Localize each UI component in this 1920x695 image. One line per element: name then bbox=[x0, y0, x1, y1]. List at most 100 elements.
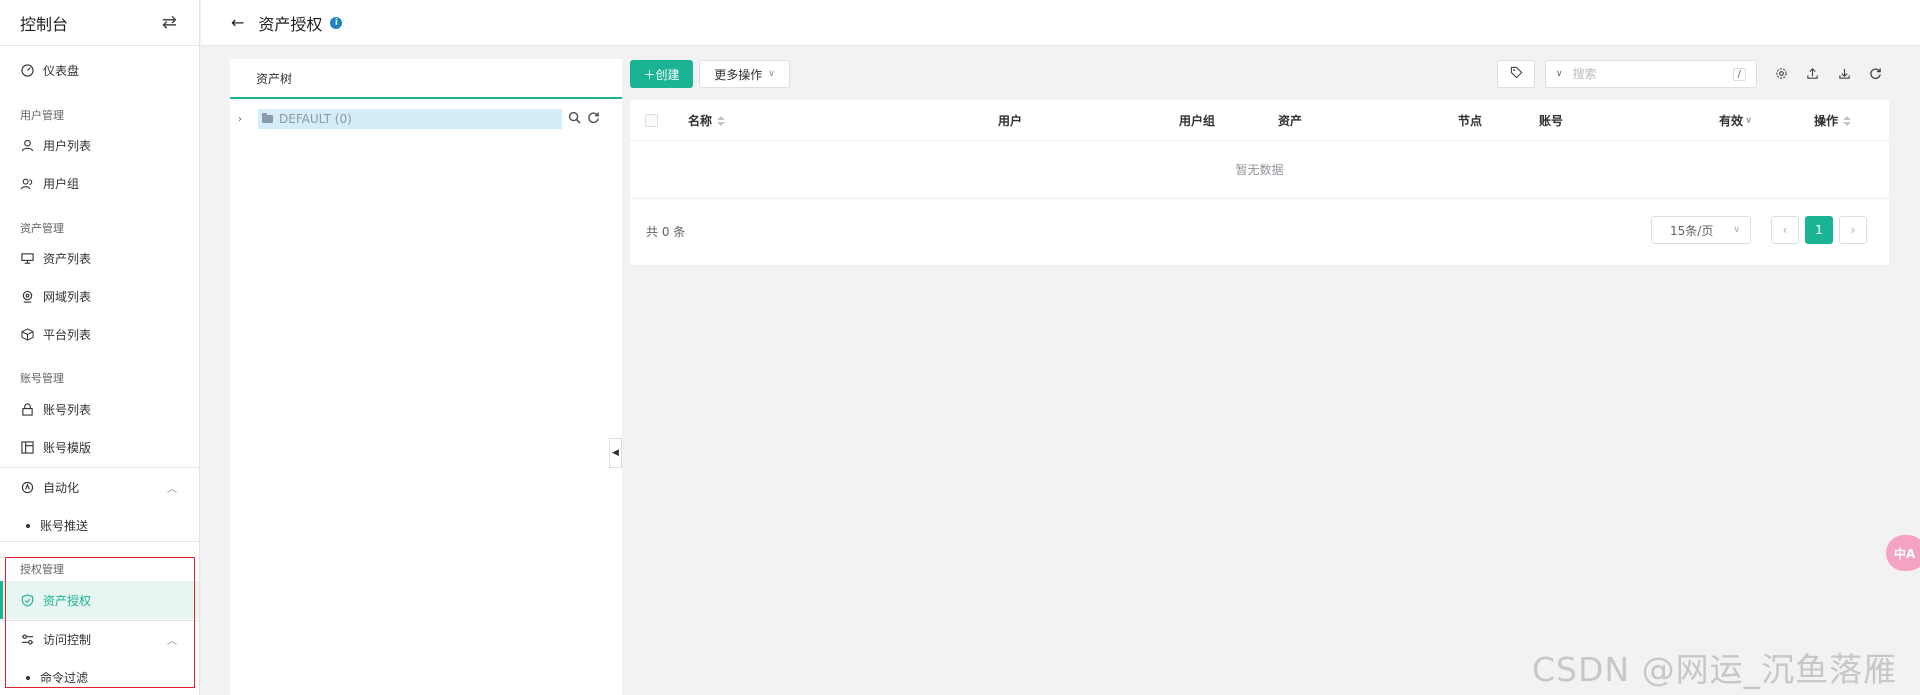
asset-tree-panel: 资产树 › DEFAULT (0) bbox=[230, 59, 622, 695]
tree-tools bbox=[568, 111, 600, 128]
tag-icon bbox=[1510, 66, 1523, 83]
sidebar-item-access-control[interactable]: 访问控制 ︿ bbox=[0, 621, 199, 657]
sidebar-item-platform-list[interactable]: 平台列表 bbox=[0, 316, 199, 352]
column-header-user-groups: 用户组 bbox=[1179, 100, 1215, 141]
sidebar-item-label: 平台列表 bbox=[43, 327, 92, 342]
column-header-accounts: 账号 bbox=[1539, 100, 1563, 141]
group-label-perms: 授权管理 bbox=[20, 563, 64, 576]
chevron-up-icon: ︿ bbox=[167, 635, 177, 647]
chevron-down-icon[interactable]: ∨ bbox=[1556, 69, 1563, 79]
collapse-tree-handle[interactable]: ◀ bbox=[609, 438, 622, 468]
column-label: 用户组 bbox=[1179, 114, 1216, 128]
create-button[interactable]: ＋创建 bbox=[630, 60, 693, 88]
info-icon[interactable]: i bbox=[330, 16, 343, 29]
sidebar-item-label: 用户列表 bbox=[43, 138, 92, 153]
column-header-users: 用户 bbox=[998, 100, 1022, 141]
cube-icon bbox=[20, 327, 34, 341]
sort-icon[interactable] bbox=[1843, 115, 1852, 126]
column-header-actions: 操作 bbox=[1814, 100, 1852, 141]
refresh-icon[interactable] bbox=[587, 111, 600, 128]
column-header-valid[interactable]: 有效 ∨ bbox=[1719, 100, 1752, 141]
next-page-button[interactable]: › bbox=[1839, 216, 1867, 244]
bullet bbox=[26, 523, 30, 528]
pagination: 共 0 条 15条/页 ∨ ‹ 1 › bbox=[630, 199, 1889, 264]
sidebar-item-user-list[interactable]: 用户列表 bbox=[0, 127, 199, 163]
sidebar-header: 控制台 ⇄ bbox=[0, 0, 199, 46]
column-header-name[interactable]: 名称 bbox=[688, 100, 726, 141]
chevron-down-icon: ∨ bbox=[768, 69, 775, 79]
switch-view-icon[interactable]: ⇄ bbox=[162, 12, 177, 33]
users-icon bbox=[20, 176, 34, 190]
shortcut-hint: / bbox=[1732, 67, 1746, 81]
sidebar-item-account-list[interactable]: 账号列表 bbox=[0, 391, 199, 427]
tree-node-label: DEFAULT (0) bbox=[279, 112, 352, 126]
create-label: 创建 bbox=[655, 67, 680, 82]
expand-arrow-icon[interactable]: › bbox=[238, 114, 254, 125]
sidebar-item-label: 网域列表 bbox=[43, 289, 92, 304]
chevron-down-icon: ∨ bbox=[1733, 225, 1740, 235]
sidebar-item-label: 账号列表 bbox=[43, 402, 92, 417]
sidebar-item-account-template[interactable]: 账号模版 bbox=[0, 429, 199, 465]
sidebar-item-label: 自动化 bbox=[43, 480, 80, 495]
tab-asset-tree[interactable]: 资产树 bbox=[230, 59, 622, 99]
refresh-icon[interactable] bbox=[1866, 64, 1884, 82]
column-label: 资产 bbox=[1278, 114, 1303, 128]
translate-badge[interactable]: 中A bbox=[1886, 535, 1920, 571]
gauge-icon bbox=[20, 63, 34, 77]
table-header: 名称 用户 用户组 资产 节点 账号 有效 ∨ 操作 bbox=[630, 100, 1889, 141]
more-label: 更多操作 bbox=[714, 67, 763, 82]
download-icon[interactable] bbox=[1835, 64, 1853, 82]
column-label: 账号 bbox=[1539, 114, 1564, 128]
total-count: 共 0 条 bbox=[646, 225, 686, 239]
bullet bbox=[26, 675, 30, 680]
tag-filter-button[interactable] bbox=[1497, 60, 1535, 88]
sidebar-item-dashboard[interactable]: 仪表盘 bbox=[0, 52, 199, 88]
server-icon bbox=[20, 251, 34, 265]
column-header-nodes: 节点 bbox=[1458, 100, 1482, 141]
automation-icon bbox=[20, 480, 34, 494]
sidebar-item-zone-list[interactable]: 网域列表 bbox=[0, 278, 199, 314]
more-actions-button[interactable]: 更多操作 ∨ bbox=[699, 60, 790, 88]
shield-icon bbox=[20, 593, 34, 607]
sidebar-subitem-cmd-filter[interactable]: 命令过滤 bbox=[26, 669, 88, 686]
sort-icon[interactable] bbox=[717, 115, 726, 126]
page-size-label: 15条/页 bbox=[1670, 223, 1714, 238]
search-icon[interactable] bbox=[568, 111, 581, 128]
template-icon bbox=[20, 440, 34, 454]
sidebar-item-label: 仪表盘 bbox=[43, 63, 80, 78]
sidebar-item-asset-list[interactable]: 资产列表 bbox=[0, 240, 199, 276]
page-button-current[interactable]: 1 bbox=[1805, 216, 1833, 244]
filter-chevron-icon[interactable]: ∨ bbox=[1745, 116, 1752, 126]
tree-node-default[interactable]: DEFAULT (0) bbox=[258, 109, 562, 129]
page-size-select[interactable]: 15条/页 ∨ bbox=[1651, 216, 1751, 244]
tree-row: › DEFAULT (0) bbox=[238, 109, 602, 129]
search-box: ∨ / bbox=[1545, 60, 1757, 88]
group-label-assets: 资产管理 bbox=[20, 222, 64, 235]
sidebar-item-label: 账号模版 bbox=[43, 440, 92, 455]
group-label-accounts: 账号管理 bbox=[20, 372, 64, 385]
sidebar-item-user-group[interactable]: 用户组 bbox=[0, 165, 199, 201]
sidebar-item-label: 访问控制 bbox=[43, 632, 92, 647]
back-arrow-icon[interactable]: ← bbox=[231, 13, 244, 32]
sidebar: 控制台 ⇄ 仪表盘 用户管理 用户列表 用户组 资产管理 资产列表 网域列表 平… bbox=[0, 0, 200, 695]
search-input[interactable] bbox=[1572, 67, 1733, 81]
sidebar-item-asset-perm[interactable]: 资产授权 bbox=[0, 581, 199, 619]
page-title: 资产授权 bbox=[258, 14, 323, 34]
prev-page-button[interactable]: ‹ bbox=[1771, 216, 1799, 244]
sidebar-item-label: 账号推送 bbox=[40, 519, 89, 533]
sidebar-subitem-account-push[interactable]: 账号推送 bbox=[26, 517, 88, 534]
column-label: 节点 bbox=[1458, 114, 1483, 128]
column-header-assets: 资产 bbox=[1278, 100, 1302, 141]
sidebar-item-label: 资产授权 bbox=[43, 593, 92, 608]
chevron-up-icon: ︿ bbox=[167, 483, 177, 495]
column-label: 用户 bbox=[998, 114, 1023, 128]
upload-icon[interactable] bbox=[1803, 64, 1821, 82]
column-label: 有效 bbox=[1719, 114, 1744, 128]
select-all-checkbox[interactable] bbox=[645, 114, 658, 127]
settings-gear-icon[interactable] bbox=[1772, 64, 1790, 82]
divider bbox=[0, 467, 199, 468]
plus-icon: ＋ bbox=[643, 67, 656, 82]
group-label-users: 用户管理 bbox=[20, 109, 64, 122]
sidebar-item-automation[interactable]: 自动化 ︿ bbox=[0, 469, 199, 505]
sidebar-item-label: 用户组 bbox=[43, 176, 80, 191]
